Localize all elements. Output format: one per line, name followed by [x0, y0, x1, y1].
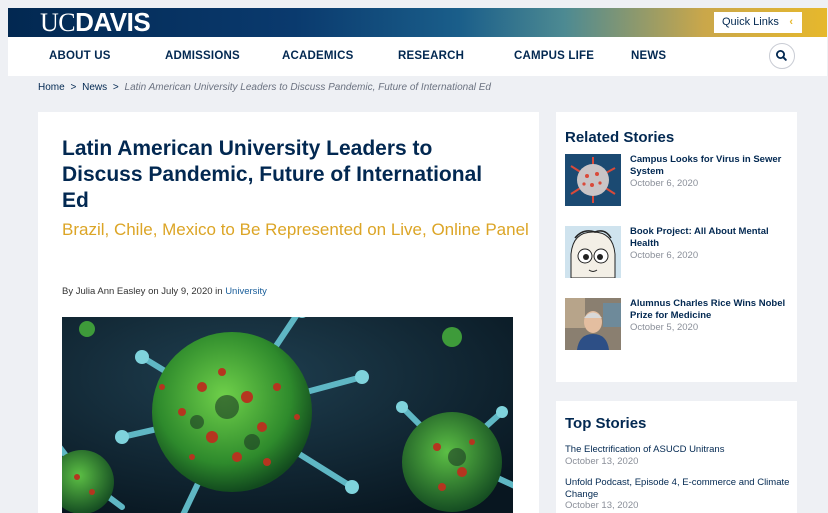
story-title[interactable]: Unfold Podcast, Episode 4, E-commerce an…	[565, 477, 790, 500]
story-thumbnail	[565, 226, 621, 278]
article-subtitle: Brazil, Chile, Mexico to Be Represented …	[62, 220, 529, 239]
article-title: Latin American University Leaders to Dis…	[62, 137, 483, 212]
hero-image	[62, 317, 513, 513]
story-title[interactable]: Book Project: All About Mental Health	[630, 226, 790, 249]
chevron-left-icon: ‹	[789, 16, 793, 28]
related-stories-heading: Related Stories	[565, 129, 675, 146]
story-thumbnail	[565, 298, 621, 350]
quick-links-label: Quick Links	[722, 16, 779, 28]
breadcrumb-news[interactable]: News	[82, 82, 107, 93]
virus-illustration	[62, 317, 513, 513]
search-icon	[776, 50, 787, 61]
story-title[interactable]: Campus Looks for Virus in Sewer System	[630, 154, 790, 177]
breadcrumb-current: Latin American University Leaders to Dis…	[124, 82, 491, 93]
related-story[interactable]: Campus Looks for Virus in Sewer System O…	[565, 154, 791, 210]
top-stories-panel: Top Stories The Electrification of ASUCD…	[556, 401, 797, 513]
story-date: October 5, 2020	[630, 322, 699, 333]
category-link[interactable]: University	[225, 286, 267, 297]
article-byline: By Julia Ann Easley on July 9, 2020 in U…	[62, 286, 267, 297]
virus-thumbnail	[565, 154, 621, 206]
related-stories-panel: Related Stories Campus Looks for Virus i…	[556, 112, 797, 382]
story-date: October 13, 2020	[565, 500, 639, 511]
portrait-thumbnail	[565, 298, 621, 350]
quick-links-button[interactable]: Quick Links ‹	[714, 12, 802, 33]
main-nav: ABOUT US ADMISSIONS ACADEMICS RESEARCH C…	[8, 37, 827, 76]
top-story[interactable]: Unfold Podcast, Episode 4, E-commerce an…	[565, 477, 790, 512]
article-card: Latin American University Leaders to Dis…	[38, 112, 539, 513]
story-title[interactable]: The Electrification of ASUCD Unitrans	[565, 444, 790, 456]
nav-academics[interactable]: ACADEMICS	[282, 37, 353, 76]
byline-text: By Julia Ann Easley on July 9, 2020 in	[62, 286, 226, 297]
nav-news[interactable]: NEWS	[631, 37, 666, 76]
nav-campus-life[interactable]: CAMPUS LIFE	[514, 37, 594, 76]
nav-research[interactable]: RESEARCH	[398, 37, 464, 76]
search-button[interactable]	[769, 43, 795, 69]
breadcrumb-separator: >	[112, 82, 119, 93]
story-thumbnail	[565, 154, 621, 206]
nav-admissions[interactable]: ADMISSIONS	[165, 37, 240, 76]
story-title[interactable]: Alumnus Charles Rice Wins Nobel Prize fo…	[630, 298, 790, 321]
story-date: October 13, 2020	[565, 455, 639, 467]
related-story[interactable]: Alumnus Charles Rice Wins Nobel Prize fo…	[565, 298, 791, 354]
breadcrumb-separator: >	[70, 82, 77, 93]
story-date: October 6, 2020	[630, 178, 699, 189]
related-story[interactable]: Book Project: All About Mental Health Oc…	[565, 226, 791, 282]
top-banner: UCDAVIS Quick Links ‹	[8, 8, 827, 37]
top-story[interactable]: The Electrification of ASUCD Unitrans Oc…	[565, 444, 790, 467]
nav-about-us[interactable]: ABOUT US	[49, 37, 111, 76]
breadcrumb-home[interactable]: Home	[38, 82, 65, 93]
story-date: October 6, 2020	[630, 250, 699, 261]
breadcrumb: Home > News > Latin American University …	[38, 82, 491, 93]
cartoon-face-thumbnail	[565, 226, 621, 278]
top-stories-heading: Top Stories	[565, 415, 647, 432]
ucdavis-logo[interactable]: UCDAVIS	[40, 9, 151, 37]
